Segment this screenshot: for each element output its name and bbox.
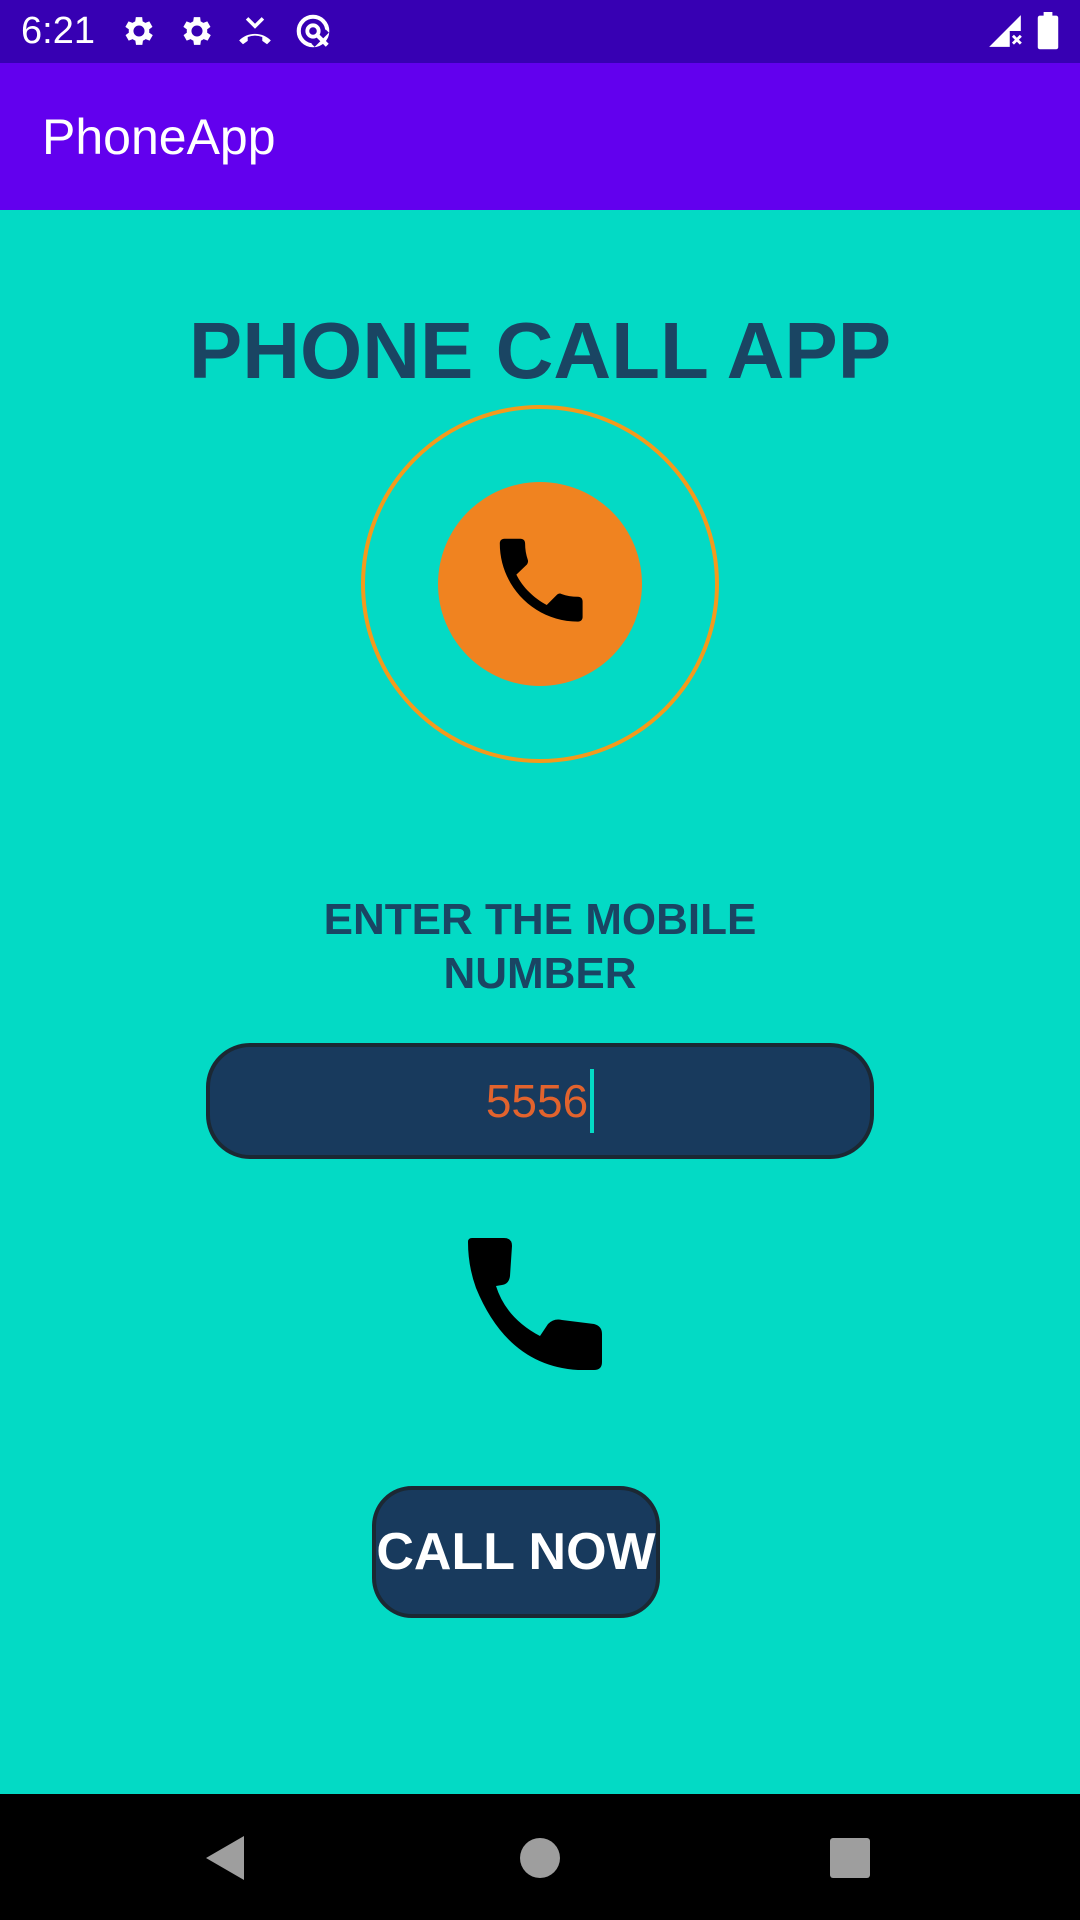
number-prompt-label: ENTER THE MOBILE NUMBER (323, 895, 757, 998)
status-time: 6:21 (21, 10, 95, 52)
navigation-bar (0, 1794, 1080, 1920)
gear-icon (178, 12, 216, 50)
gear-icon (120, 12, 158, 50)
text-cursor (590, 1069, 595, 1133)
page-title: PHONE CALL APP (188, 306, 892, 395)
app-title: PhoneApp (42, 109, 276, 165)
app-bar: PhoneApp (0, 63, 1080, 210)
status-bar: 6:21 (0, 0, 1080, 63)
back-icon[interactable] (198, 1830, 254, 1886)
data-saver-icon (294, 12, 332, 50)
missed-call-icon (236, 12, 274, 50)
phone-number-input[interactable]: 5556 (206, 1043, 874, 1159)
recents-icon[interactable] (822, 1830, 878, 1886)
battery-icon (1030, 12, 1066, 50)
signal-icon (986, 12, 1024, 50)
phone-circle-icon (360, 404, 720, 764)
phone-icon[interactable] (468, 1238, 608, 1374)
phone-number-value: 5556 (485, 1075, 589, 1127)
phone-screen: 6:21 PhoneApp PHONE CALL APP ENTER THE M… (0, 0, 1080, 1920)
call-now-button[interactable]: CALL NOW (372, 1486, 660, 1618)
home-icon[interactable] (512, 1830, 568, 1886)
